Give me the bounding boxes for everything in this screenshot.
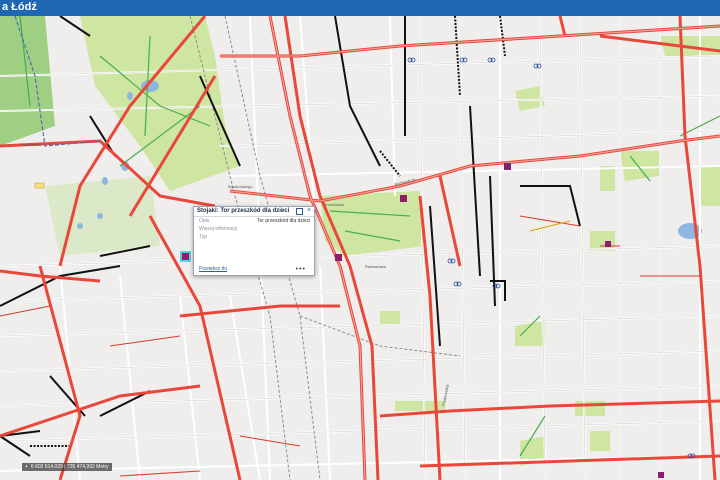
popup-row-label: Typ [199, 234, 208, 240]
street-label-6: Karolewska [20, 142, 41, 147]
coordinate-readout: +6 602 614,029 | 735 474,992 Metry [22, 463, 112, 471]
street-label-4: Radwańska [365, 264, 387, 269]
popup-title: Stojaki: Tor przeszkód dla dzieci [197, 208, 290, 214]
popup-row-opis: Opis Tor przeszkód dla dzieci [194, 217, 314, 225]
popup-row-label: Opis [199, 218, 210, 224]
popup-row-value: Tor przeszkód dla dzieci [257, 218, 311, 224]
app-title: a Łódź [2, 1, 37, 13]
zoom-to-link[interactable]: Powiększ do [199, 266, 227, 272]
popup-row-label: Więcej informacji [199, 226, 237, 232]
coordinate-text: 6 602 614,029 | 735 474,992 Metry [30, 464, 109, 470]
feature-popup[interactable]: Stojaki: Tor przeszkód dla dzieci × Opis… [193, 206, 315, 276]
app-header: a Łódź [0, 0, 720, 16]
maximize-icon[interactable] [296, 208, 303, 215]
popup-row-wiecej: Więcej informacji [194, 225, 314, 233]
more-options-button[interactable]: ••• [296, 266, 306, 273]
street-label-3: Bandurskiego [228, 184, 253, 189]
map-canvas[interactable]: Mickiewicza Kościuszki Bandurskiego Radw… [0, 16, 720, 480]
popup-header: Stojaki: Tor przeszkód dla dzieci × [194, 207, 314, 217]
popup-row-typ: Typ [194, 233, 314, 241]
crosshair-icon[interactable]: + [25, 464, 28, 470]
street-label-2: Kościuszki [325, 202, 344, 207]
close-icon[interactable]: × [307, 207, 312, 214]
map-svg[interactable]: Mickiewicza Kościuszki Bandurskiego Radw… [0, 16, 720, 480]
